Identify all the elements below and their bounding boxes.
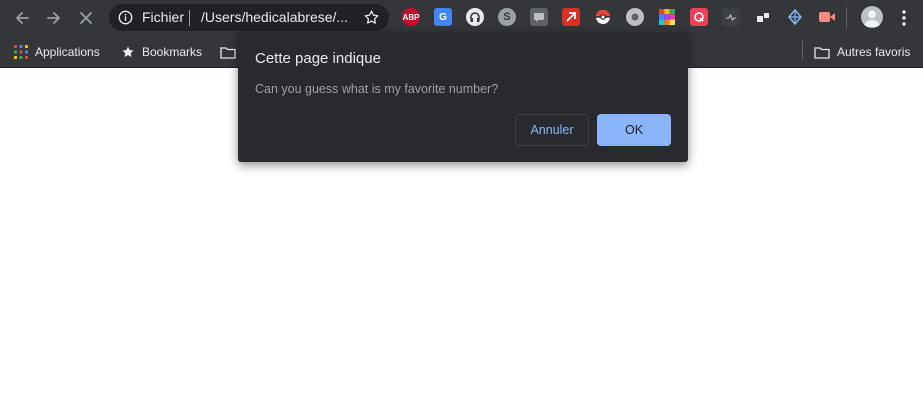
bookmarks-label: Bookmarks: [142, 45, 203, 59]
adblock-plus-icon[interactable]: ABP: [402, 8, 420, 26]
diagonal-arrow-glyph: [566, 12, 576, 22]
headphones-icon[interactable]: [466, 8, 484, 26]
arrow-extension-icon[interactable]: [562, 8, 580, 26]
close-icon: [80, 12, 92, 24]
chat-bubble-glyph: [534, 13, 544, 22]
circle-glyph: [631, 13, 639, 21]
google-translate-label: G: [439, 11, 447, 23]
info-icon[interactable]: [118, 10, 133, 25]
puzzle-extension-icon[interactable]: [754, 8, 772, 26]
star-icon: [122, 46, 134, 57]
pulse-glyph: [726, 13, 736, 22]
network-glyph: [788, 9, 802, 25]
url-divider: [189, 10, 190, 26]
back-button[interactable]: [10, 7, 34, 29]
folder-icon: [220, 46, 236, 59]
color-grid-glyph: [659, 9, 675, 25]
more-menu-icon[interactable]: [898, 9, 910, 27]
pocket-icon[interactable]: [690, 8, 708, 26]
url-scheme-label: Fichier: [142, 9, 185, 25]
apps-label: Applications: [35, 45, 100, 59]
color-grid-icon[interactable]: [658, 8, 676, 26]
forward-arrow-icon: [47, 12, 60, 24]
forward-button[interactable]: [42, 7, 66, 29]
bookmark-other-favorites[interactable]: Autres favoris: [814, 42, 910, 62]
folder-icon: [814, 46, 830, 59]
stop-loading-button[interactable]: [74, 7, 98, 29]
bookmarks-divider: [802, 41, 803, 59]
circle-extension-icon[interactable]: [626, 8, 644, 26]
terminal-extension-icon[interactable]: [722, 8, 740, 26]
person-icon: [864, 10, 880, 27]
bookmark-bookmarks[interactable]: Bookmarks: [121, 42, 202, 62]
bookmark-star-icon[interactable]: [363, 9, 380, 26]
pocket-glyph: [694, 12, 704, 22]
record-glyph: [819, 12, 835, 22]
headphones-glyph: [470, 12, 480, 22]
toolbar-divider: [846, 7, 847, 29]
skype-icon[interactable]: S: [498, 8, 516, 26]
adblock-plus-label: ABP: [402, 12, 420, 22]
back-arrow-icon: [16, 12, 29, 24]
profile-avatar[interactable]: [861, 6, 883, 28]
network-extension-icon[interactable]: [786, 8, 804, 26]
url-path[interactable]: /Users/hedicalabrese/...: [201, 9, 348, 25]
browser-toolbar: Fichier /Users/hedicalabrese/... ABP G S: [0, 0, 923, 36]
dialog-title: Cette page indique: [255, 50, 381, 67]
browser-window: Fichier /Users/hedicalabrese/... ABP G S: [0, 0, 923, 411]
address-bar[interactable]: Fichier /Users/hedicalabrese/...: [109, 4, 389, 31]
pokeball-glyph: [596, 10, 610, 24]
record-extension-icon[interactable]: [818, 8, 836, 26]
blocks-glyph: [757, 13, 769, 22]
pokeball-icon[interactable]: [594, 8, 612, 26]
google-translate-icon[interactable]: G: [434, 8, 452, 26]
page-content: [0, 69, 923, 411]
bookmark-apps[interactable]: Applications: [14, 42, 100, 62]
other-favorites-label: Autres favoris: [837, 45, 911, 59]
skype-label: S: [503, 11, 511, 23]
chat-extension-icon[interactable]: [530, 8, 548, 26]
apps-grid-icon: [14, 45, 28, 59]
